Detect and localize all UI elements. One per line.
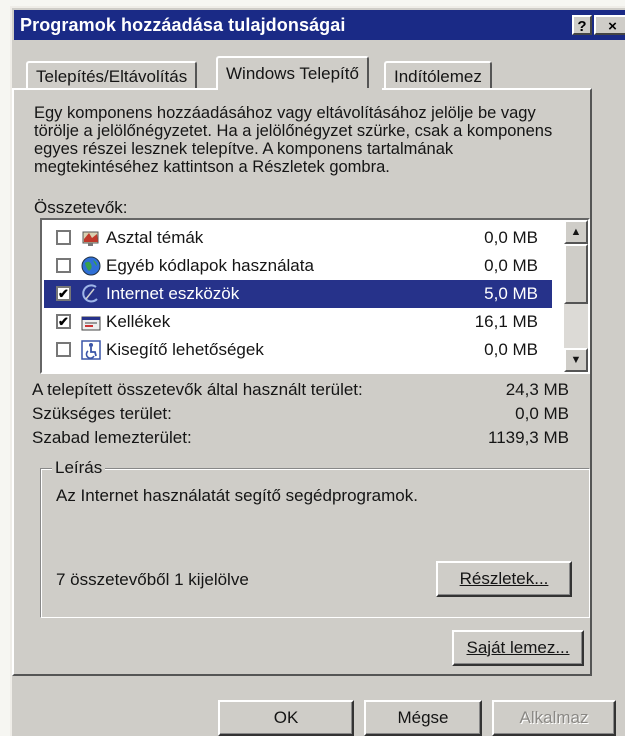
tab-install-uninstall[interactable]: Telepítés/Eltávolítás: [26, 61, 198, 91]
free-space-value: 1139,3 MB: [488, 428, 569, 447]
scroll-down-icon[interactable]: ▼: [564, 348, 588, 372]
description-legend: Leírás: [52, 458, 106, 478]
title-bar: Programok hozzáadása tulajdonságai ? ×: [14, 10, 625, 40]
list-item-selected[interactable]: ✔ Internet eszközök 5,0 MB: [44, 280, 552, 308]
have-disk-button-label: Saját lemez...: [466, 638, 570, 657]
desktop-themes-icon: [82, 231, 99, 246]
instructions-text: Egy komponens hozzáadásához vagy eltávol…: [34, 104, 553, 176]
checkbox-checked[interactable]: ✔: [56, 286, 71, 301]
used-space-value: 24,3 MB: [505, 380, 569, 399]
item-size: 0,0 MB: [484, 228, 538, 247]
checkbox[interactable]: [56, 342, 71, 357]
item-size: 0,0 MB: [484, 256, 538, 275]
accessories-icon: [81, 316, 101, 331]
required-space-value: 0,0 MB: [515, 404, 569, 423]
list-item[interactable]: ✔ Kellékek 16,1 MB: [44, 308, 552, 336]
component-description: Az Internet használatát segítő segédprog…: [56, 486, 418, 505]
tab-startup-disk[interactable]: Indítólemez: [384, 61, 492, 91]
internet-tools-icon: [82, 284, 98, 303]
list-item[interactable]: Egyéb kódlapok használata 0,0 MB: [44, 252, 552, 280]
list-item[interactable]: Asztal témák 0,0 MB: [44, 224, 552, 252]
ok-button[interactable]: OK: [218, 700, 354, 736]
scroll-thumb[interactable]: [564, 244, 588, 304]
required-space-label: Szükséges terület:: [32, 404, 172, 423]
components-list[interactable]: Asztal témák 0,0 MB Egyéb kódlapok haszn…: [40, 218, 590, 374]
item-name: Internet eszközök: [106, 284, 240, 303]
item-size: 5,0 MB: [484, 284, 538, 303]
item-name: Asztal témák: [106, 228, 204, 247]
components-label: Összetevők:: [34, 198, 128, 217]
details-button[interactable]: Részletek...: [436, 561, 572, 597]
used-space-label: A telepített összetevők által használt t…: [32, 380, 363, 399]
item-name: Egyéb kódlapok használata: [106, 256, 314, 275]
item-size: 16,1 MB: [474, 312, 538, 331]
have-disk-button[interactable]: Saját lemez...: [452, 630, 584, 666]
free-space-label: Szabad lemezterület:: [32, 428, 192, 447]
item-size: 0,0 MB: [484, 340, 538, 359]
help-button[interactable]: ?: [572, 15, 592, 35]
apply-button[interactable]: Alkalmaz: [492, 700, 616, 736]
details-button-label: Részletek...: [459, 569, 549, 588]
item-name: Kisegítő lehetőségek: [106, 340, 264, 359]
checkbox[interactable]: [56, 230, 71, 245]
vertical-scrollbar[interactable]: ▲ ▼: [564, 220, 588, 372]
checkbox-checked[interactable]: ✔: [56, 314, 71, 329]
close-button[interactable]: ×: [594, 15, 625, 35]
tab-windows-setup[interactable]: Windows Telepítő: [216, 56, 369, 90]
accessibility-icon: [81, 340, 101, 360]
checkbox[interactable]: [56, 258, 71, 273]
active-tab-joint: [218, 88, 382, 91]
globe-icon: [81, 256, 101, 276]
list-item[interactable]: Kisegítő lehetőségek 0,0 MB: [44, 336, 552, 364]
selection-count: 7 összetevőből 1 kijelölve: [56, 570, 249, 589]
cancel-button[interactable]: Mégse: [364, 700, 482, 736]
window-title: Programok hozzáadása tulajdonságai: [20, 15, 346, 35]
item-name: Kellékek: [106, 312, 171, 331]
scroll-up-icon[interactable]: ▲: [564, 220, 588, 244]
